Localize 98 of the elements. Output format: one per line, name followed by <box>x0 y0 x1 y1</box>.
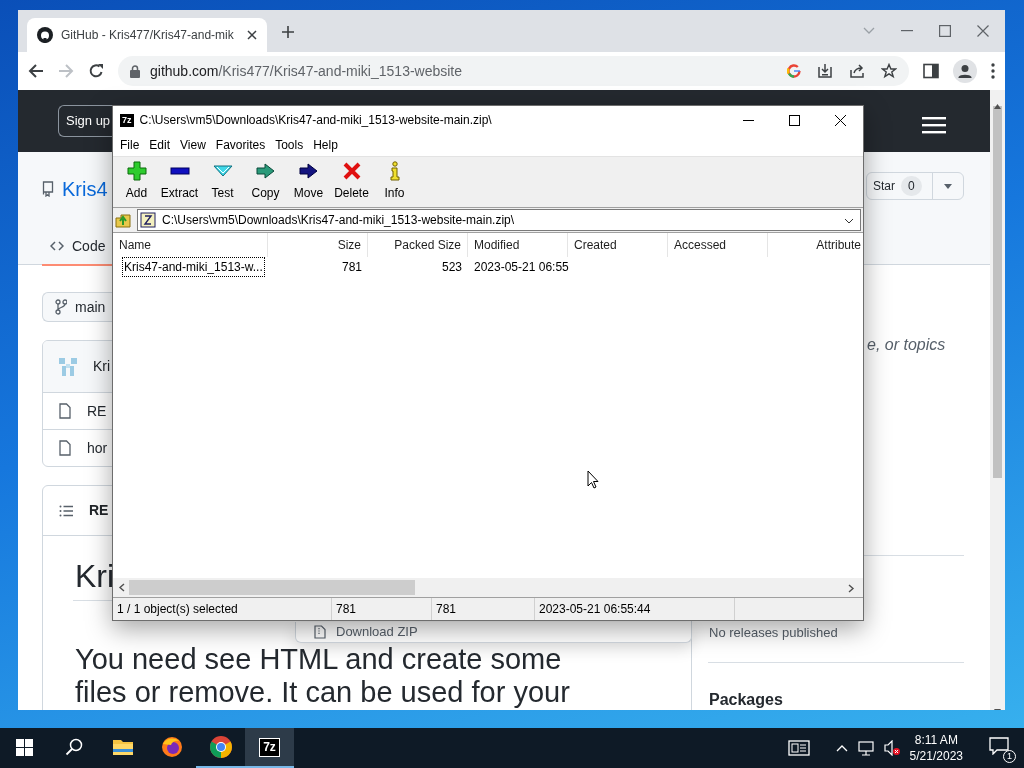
file-name[interactable]: Kris47-and-miki_1513-w... <box>122 257 265 277</box>
status-text: 781 <box>332 598 432 620</box>
install-icon[interactable] <box>817 63 833 79</box>
column-header[interactable]: Accessed <box>668 233 768 257</box>
fox-globe-icon <box>159 735 184 759</box>
about-text: e, or topics <box>867 335 946 355</box>
arrow-icon <box>298 161 319 181</box>
scroll-up-icon[interactable] <box>994 104 1001 110</box>
muted-speaker-icon[interactable] <box>883 740 900 756</box>
clock[interactable]: 8:11 AM 5/21/2023 <box>909 732 963 764</box>
column-header[interactable]: Modified <box>468 233 568 257</box>
share-icon[interactable] <box>849 63 865 79</box>
menu-item[interactable]: Help <box>308 136 343 154</box>
toolbar-button[interactable]: Extract <box>158 161 201 205</box>
scroll-left-icon[interactable] <box>118 583 127 592</box>
scroll-thumb[interactable] <box>993 106 1002 478</box>
status-text: 1 / 1 object(s) selected <box>113 598 332 620</box>
list-icon <box>59 504 73 517</box>
column-header[interactable]: Created <box>568 233 668 257</box>
window-title: C:\Users\vm5\Downloads\Kris47-and-miki_1513-website-main.zip\ <box>139 112 492 129</box>
menu-item[interactable]: Tools <box>270 136 309 154</box>
table-cell-text: 2023-05-21 06:55 <box>473 259 568 276</box>
cross-icon <box>341 161 362 181</box>
toolbar-button[interactable]: Delete <box>330 161 373 205</box>
notification-button[interactable]: 1 <box>989 733 1016 763</box>
archive-icon <box>140 212 156 228</box>
back-arrow-icon[interactable] <box>28 63 44 79</box>
star-count: 0 <box>901 176 922 196</box>
scroll-right-icon[interactable] <box>846 583 855 593</box>
column-header[interactable]: Attribute <box>768 233 863 257</box>
network-icon[interactable] <box>857 740 874 756</box>
scroll-thumb[interactable] <box>129 580 415 595</box>
profile-icon[interactable] <box>953 59 977 83</box>
branch-button[interactable]: main <box>42 292 112 322</box>
maximize-icon[interactable] <box>788 114 800 126</box>
menu-icon[interactable] <box>922 115 946 134</box>
new-tab-icon[interactable] <box>281 24 295 39</box>
caret-icon <box>943 183 952 189</box>
file-icon <box>59 440 71 456</box>
column-header[interactable]: Name <box>113 233 268 257</box>
avatar-icon <box>57 355 79 378</box>
browser-tab[interactable]: GitHub - Kris477/Kris47-and-mik <box>27 18 267 52</box>
file-link[interactable]: hor <box>87 437 108 459</box>
repository-link[interactable]: Kris4 <box>62 174 108 204</box>
caret-icon <box>844 217 854 224</box>
column-header[interactable]: Size <box>268 233 368 257</box>
minimize-icon[interactable] <box>742 119 754 121</box>
file-link[interactable]: RE <box>87 400 107 422</box>
reload-icon[interactable] <box>88 63 104 79</box>
status-text: 781 <box>432 598 535 620</box>
side-panel-icon[interactable] <box>923 63 939 79</box>
toolbar-button[interactable]: Info <box>373 161 416 205</box>
multicolor-g-icon[interactable] <box>787 64 801 78</box>
taskbar-button[interactable]: 7z <box>245 728 294 768</box>
file-icon <box>59 403 71 419</box>
code-icon <box>50 241 64 251</box>
start-icon[interactable] <box>16 738 33 756</box>
menu-item[interactable]: Favorites <box>210 136 271 154</box>
menu-item[interactable]: Edit <box>144 136 176 154</box>
star-icon[interactable] <box>881 63 897 79</box>
column-header[interactable]: Packed Size <box>368 233 468 257</box>
lock-icon <box>130 64 140 78</box>
path-field[interactable]: C:\Users\vm5\Downloads\Kris47-and-miki_1513-website-main.zip\ <box>137 209 861 231</box>
up-folder-icon[interactable] <box>115 212 131 228</box>
releases-note: No releases published <box>709 624 838 642</box>
menu-item[interactable]: Download ZIP <box>336 622 418 642</box>
menu-item[interactable]: File <box>115 136 145 154</box>
close-icon[interactable] <box>247 30 257 40</box>
close-icon[interactable] <box>834 114 846 126</box>
arrow-icon <box>255 161 276 181</box>
table-cell-text: 523 <box>440 259 463 276</box>
mouse-pointer-icon <box>587 470 599 490</box>
status-text: 2023-05-21 06:55:44 <box>535 598 735 620</box>
menu-icon[interactable] <box>991 63 995 79</box>
menu-item[interactable]: View <box>175 136 211 154</box>
table-cell-text: 781 <box>340 259 363 276</box>
chevron-up-icon[interactable] <box>835 745 848 753</box>
notification-count: 1 <box>1003 749 1016 763</box>
search-icon[interactable] <box>64 738 83 756</box>
notification-icon <box>989 737 1009 756</box>
commit-author[interactable]: Kri <box>93 356 111 377</box>
toolbar-button[interactable]: Test <box>201 161 244 205</box>
packages-heading: Packages <box>709 690 783 710</box>
repository-icon <box>42 181 54 197</box>
toolbar-button[interactable]: Copy <box>244 161 287 205</box>
readme-heading: Kri <box>75 557 115 596</box>
news-icon[interactable] <box>787 740 810 756</box>
readme-paragraph: You need see HTML and create some files or remove. It can be used for your <box>75 643 570 709</box>
plus-icon <box>126 161 147 181</box>
site-icon <box>37 27 53 43</box>
round-browser-icon <box>208 735 233 759</box>
branch-icon <box>55 299 67 315</box>
readme-label: RE <box>89 501 109 520</box>
star-button[interactable]: Star 0 <box>866 172 964 200</box>
app-icon: 7z <box>120 113 134 127</box>
toolbar-button[interactable]: Move <box>287 161 330 205</box>
zip-file-icon <box>314 624 326 639</box>
toolbar-button[interactable]: Add <box>115 161 158 205</box>
